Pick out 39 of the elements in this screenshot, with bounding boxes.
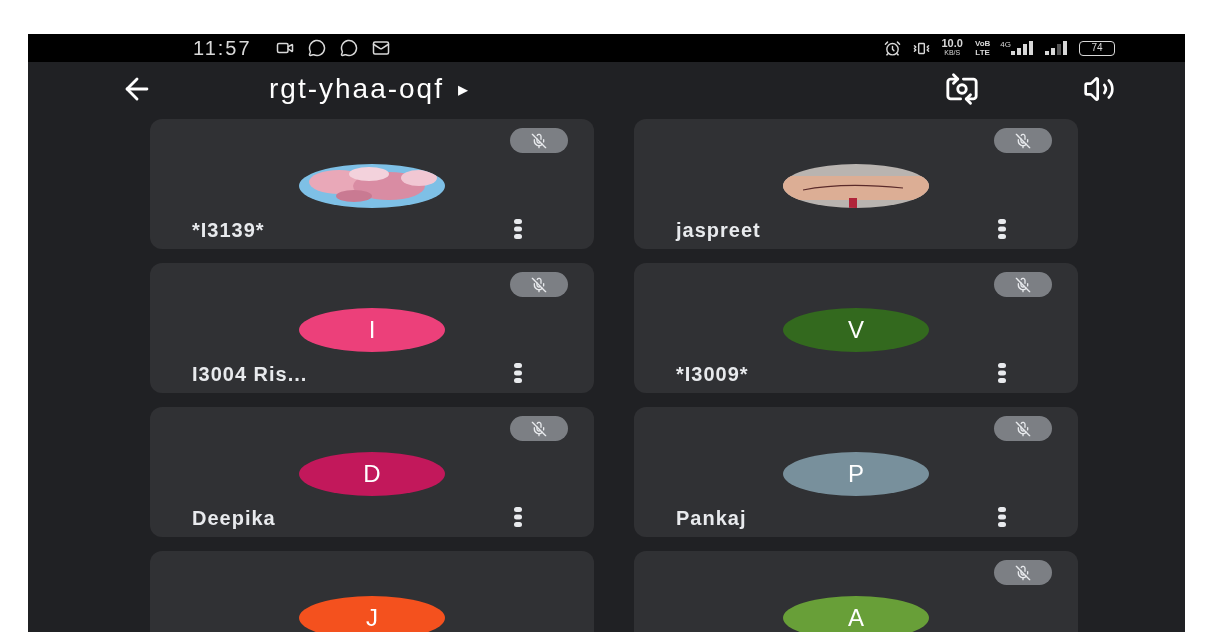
avatar: V bbox=[783, 308, 929, 352]
participant-name: I3004 Ris... bbox=[192, 362, 308, 387]
participant-name: Deepika bbox=[192, 506, 276, 531]
avatar: P bbox=[783, 452, 929, 496]
mail-icon bbox=[371, 39, 390, 57]
more-options-icon[interactable] bbox=[514, 219, 522, 239]
participant-tile[interactable]: D Deepika bbox=[150, 407, 594, 537]
participant-name: *I3139* bbox=[192, 218, 265, 243]
battery-indicator: 74 bbox=[1079, 40, 1115, 56]
participant-tile[interactable]: P Pankaj bbox=[634, 407, 1078, 537]
avatar: A bbox=[783, 596, 929, 632]
alarm-icon bbox=[883, 39, 901, 57]
more-options-icon[interactable] bbox=[998, 363, 1006, 383]
participant-name: *I3009* bbox=[676, 362, 749, 387]
participant-name: jaspreet bbox=[676, 218, 761, 243]
more-options-icon[interactable] bbox=[514, 507, 522, 527]
participant-tile[interactable]: I I3004 Ris... bbox=[150, 263, 594, 393]
switch-camera-icon[interactable] bbox=[945, 72, 979, 106]
volte-label: LTE bbox=[975, 48, 990, 57]
avatar: D bbox=[299, 452, 445, 496]
expand-arrow[interactable]: ▸ bbox=[457, 74, 468, 104]
meeting-code[interactable]: rgt-yhaa-oqf bbox=[269, 68, 444, 110]
speed-value: 10.0 bbox=[941, 39, 963, 48]
participant-tile[interactable]: jaspreet bbox=[634, 119, 1078, 249]
volte-label: VoB bbox=[974, 39, 991, 48]
chat-icon bbox=[307, 39, 326, 57]
avatar: J bbox=[299, 596, 445, 632]
signal-icon bbox=[1045, 41, 1067, 55]
signal-icon bbox=[1011, 41, 1033, 55]
chat-icon bbox=[339, 39, 358, 57]
network-label: 4G bbox=[1000, 39, 1011, 51]
more-options-icon[interactable] bbox=[998, 219, 1006, 239]
clock: 11:57 bbox=[193, 36, 252, 61]
participant-name: Pankaj bbox=[676, 506, 747, 531]
more-options-icon[interactable] bbox=[998, 507, 1006, 527]
participant-tile[interactable]: V *I3009* bbox=[634, 263, 1078, 393]
avatar: I bbox=[299, 308, 445, 352]
more-options-icon[interactable] bbox=[514, 363, 522, 383]
participant-tile[interactable]: *I3139* bbox=[150, 119, 594, 249]
